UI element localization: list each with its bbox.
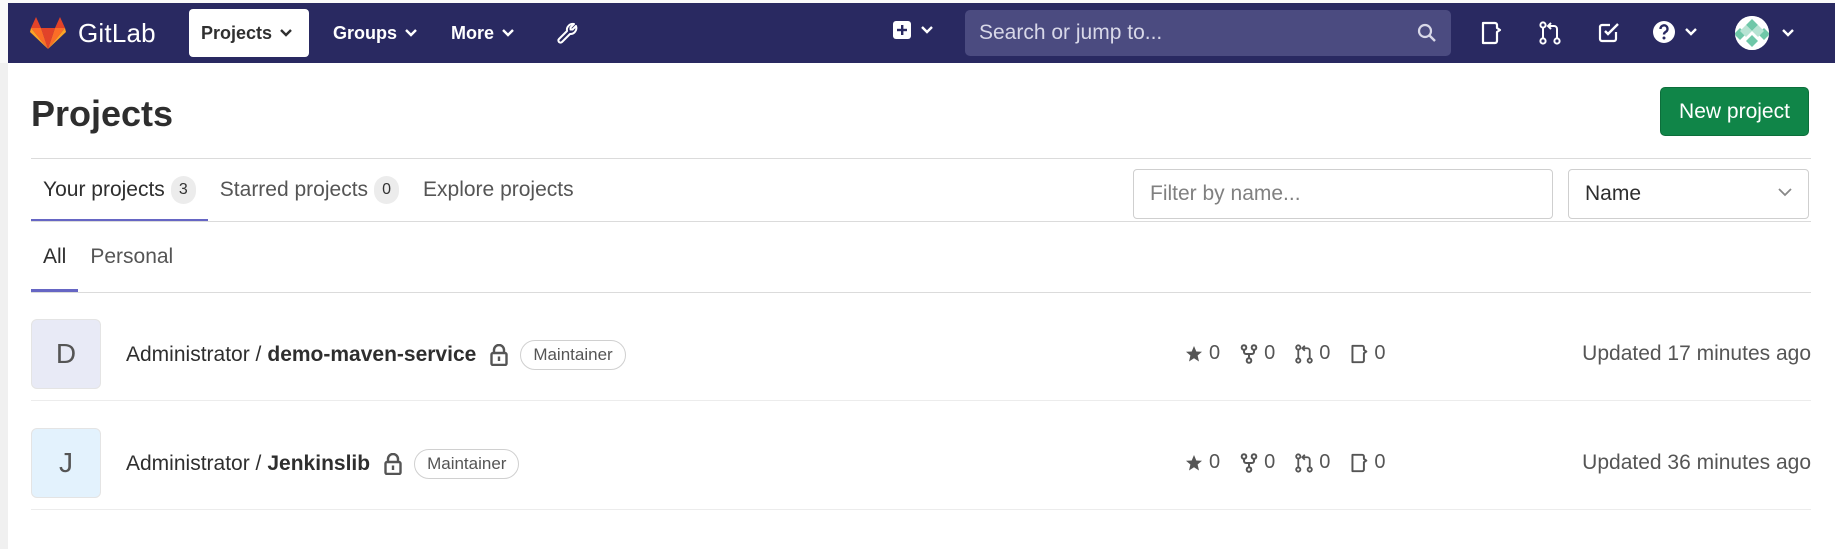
project-avatar[interactable]: D: [31, 319, 101, 389]
project-namespace: Administrator /: [126, 452, 262, 475]
page-title: Projects: [31, 93, 174, 134]
user-menu-dropdown[interactable]: [1735, 16, 1794, 50]
tab-starred-projects[interactable]: Starred projects 0: [208, 159, 411, 221]
merge-requests-value: 0: [1319, 342, 1331, 364]
lock-icon: [384, 453, 402, 475]
more-dropdown[interactable]: More: [451, 17, 514, 49]
lock-icon: [490, 344, 509, 366]
role-badge: Maintainer: [520, 340, 626, 370]
subtab-personal[interactable]: Personal: [78, 222, 185, 292]
filter-by-name-input[interactable]: [1133, 169, 1553, 219]
plus-square-icon: [893, 21, 911, 39]
main-content: Projects New project Your projects 3 Sta…: [8, 63, 1835, 549]
star-icon: [1186, 454, 1202, 470]
groups-dropdown-label: Groups: [333, 22, 398, 43]
issues-icon: [1351, 344, 1368, 363]
tab-label: Your projects: [43, 178, 165, 201]
forks-count[interactable]: 0: [1240, 451, 1275, 474]
sort-dropdown[interactable]: Name: [1568, 169, 1809, 219]
sort-selected-value: Name: [1585, 182, 1642, 205]
new-item-dropdown[interactable]: [892, 20, 933, 40]
chevron-down-icon: [405, 29, 417, 37]
todo-icon: [1598, 23, 1619, 43]
count-badge: 0: [374, 176, 400, 204]
stars-count[interactable]: 0: [1185, 451, 1220, 474]
forks-value: 0: [1264, 451, 1276, 473]
project-namespace: Administrator /: [126, 343, 262, 366]
tab-label: Explore projects: [423, 178, 574, 201]
forks-count[interactable]: 0: [1240, 342, 1275, 365]
todos-nav-link[interactable]: [1598, 21, 1620, 48]
tab-label: Starred projects: [219, 178, 369, 201]
tab-explore-projects[interactable]: Explore projects: [411, 159, 586, 221]
projects-dropdown-label: Projects: [201, 22, 273, 43]
help-dropdown[interactable]: [1652, 20, 1697, 44]
new-project-button[interactable]: New project: [1660, 87, 1809, 136]
issues-icon: [1351, 453, 1368, 472]
merge-requests-count[interactable]: 0: [1295, 342, 1330, 365]
search-icon: [1417, 23, 1436, 42]
chevron-down-icon: [921, 26, 933, 34]
divider: [31, 221, 1811, 222]
project-row: D Administrator / demo-maven-service Mai…: [31, 293, 1811, 401]
help-icon: [1653, 21, 1675, 43]
merge-requests-count[interactable]: 0: [1295, 451, 1330, 474]
project-scope-tabs: Your projects 3 Starred projects 0 Explo…: [31, 159, 586, 222]
brand-name: GitLab: [78, 17, 156, 48]
updated-timestamp: Updated 17 minutes ago: [1582, 342, 1811, 365]
forks-value: 0: [1264, 342, 1276, 364]
stars-value: 0: [1209, 342, 1221, 364]
count-badge: 3: [170, 176, 196, 204]
chevron-down-icon: [1685, 28, 1697, 36]
gitlab-home-link[interactable]: GitLab: [30, 17, 156, 49]
chevron-down-icon: [1778, 188, 1792, 197]
updated-timestamp: Updated 36 minutes ago: [1582, 451, 1811, 474]
project-filter-subtabs: All Personal: [31, 222, 185, 292]
groups-dropdown[interactable]: Groups: [333, 17, 417, 49]
issues-count[interactable]: 0: [1350, 451, 1386, 474]
project-row: J Administrator / Jenkinslib Maintainer …: [31, 402, 1811, 510]
page-left-gutter: [0, 63, 8, 549]
project-name: demo-maven-service: [267, 343, 477, 366]
merge-requests-value: 0: [1319, 451, 1331, 473]
stars-value: 0: [1209, 451, 1221, 473]
projects-dropdown[interactable]: Projects: [189, 9, 309, 57]
stars-count[interactable]: 0: [1185, 342, 1220, 365]
avatar: [1735, 16, 1769, 50]
fork-icon: [1240, 452, 1258, 473]
gitlab-logo-icon: [30, 17, 66, 49]
issues-count[interactable]: 0: [1350, 342, 1386, 365]
role-badge: Maintainer: [414, 449, 520, 479]
merge-request-icon: [1539, 21, 1561, 45]
subtab-all[interactable]: All: [31, 222, 79, 292]
merge-requests-nav-link[interactable]: [1539, 21, 1561, 50]
project-avatar[interactable]: J: [31, 428, 101, 498]
chevron-down-icon: [1782, 29, 1794, 37]
top-navbar: GitLab Projects Groups More: [8, 3, 1835, 63]
star-icon: [1186, 345, 1202, 361]
project-link[interactable]: Administrator / Jenkinslib Maintainer: [126, 449, 520, 479]
search-input[interactable]: [979, 21, 1399, 45]
tab-your-projects[interactable]: Your projects 3: [31, 159, 208, 222]
issues-value: 0: [1374, 342, 1386, 364]
search-box[interactable]: [965, 10, 1451, 56]
merge-request-icon: [1295, 452, 1314, 473]
project-link[interactable]: Administrator / demo-maven-service Maint…: [126, 340, 626, 370]
wrench-icon: [557, 22, 578, 44]
project-stats: 0 0 0 0: [1185, 451, 1406, 474]
chevron-down-icon: [502, 29, 514, 37]
fork-icon: [1240, 343, 1258, 364]
project-stats: 0 0 0 0: [1185, 342, 1406, 365]
more-dropdown-label: More: [451, 22, 495, 43]
admin-area-link[interactable]: [556, 21, 580, 50]
merge-request-icon: [1295, 343, 1314, 364]
issues-value: 0: [1374, 451, 1386, 473]
issues-icon: [1481, 21, 1502, 45]
issues-nav-link[interactable]: [1480, 21, 1502, 50]
project-name: Jenkinslib: [267, 452, 371, 475]
chevron-down-icon: [280, 29, 292, 37]
